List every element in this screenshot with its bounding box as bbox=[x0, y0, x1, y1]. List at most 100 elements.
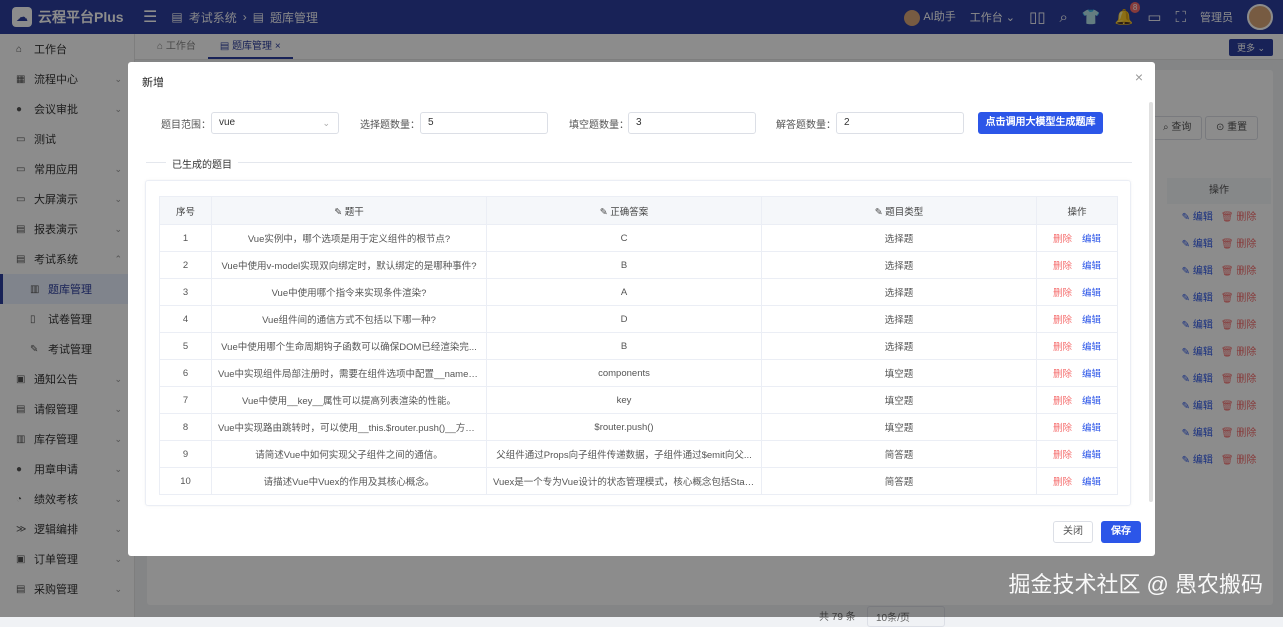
generate-button[interactable]: 点击调用大模型生成题库 bbox=[978, 112, 1103, 134]
table-row: 2 Vue中使用v-model实现双向绑定时，默认绑定的是哪种事件? B 选择题… bbox=[159, 251, 1118, 279]
fill-count-label: 填空题数量： bbox=[569, 120, 629, 131]
delete-link[interactable]: 删除 bbox=[1053, 261, 1072, 272]
delete-link[interactable]: 删除 bbox=[1053, 450, 1072, 461]
close-icon[interactable]: × bbox=[1135, 69, 1143, 85]
cell-type: 填空题 bbox=[761, 359, 1037, 387]
cell-no: 7 bbox=[159, 386, 212, 414]
scrollbar[interactable] bbox=[1149, 102, 1153, 502]
scope-label: 题目范围： bbox=[161, 120, 211, 131]
cell-actions: 删除 编辑 bbox=[1036, 467, 1118, 495]
edit-link[interactable]: 编辑 bbox=[1082, 288, 1101, 299]
cell-stem: Vue实例中，哪个选项是用于定义组件的根节点? bbox=[211, 224, 487, 252]
cell-type: 选择题 bbox=[761, 278, 1037, 306]
table-row: 7 Vue中使用__key__属性可以提高列表渲染的性能。 key 填空题 删除… bbox=[159, 386, 1118, 414]
questions-table: 序号 ✎ 题干 ✎ 正确答案 ✎ 题目类型 操作 1 Vue实例中，哪个选项是用… bbox=[159, 196, 1118, 495]
table-row: 3 Vue中使用哪个指令来实现条件渲染? A 选择题 删除 编辑 bbox=[159, 278, 1118, 306]
cell-answer: B bbox=[486, 332, 762, 360]
delete-link[interactable]: 删除 bbox=[1053, 423, 1072, 434]
cell-answer: 父组件通过Props向子组件传递数据，子组件通过$emit向父... bbox=[486, 440, 762, 468]
edit-link[interactable]: 编辑 bbox=[1082, 369, 1101, 380]
cell-actions: 删除 编辑 bbox=[1036, 386, 1118, 414]
section-divider bbox=[146, 162, 1132, 163]
cell-stem: Vue组件间的通信方式不包括以下哪一种? bbox=[211, 305, 487, 333]
edit-link[interactable]: 编辑 bbox=[1082, 450, 1101, 461]
close-button[interactable]: 关闭 bbox=[1053, 521, 1093, 543]
cell-stem: Vue中使用v-model实现双向绑定时，默认绑定的是哪种事件? bbox=[211, 251, 487, 279]
cell-type: 简答题 bbox=[761, 467, 1037, 495]
cell-actions: 删除 编辑 bbox=[1036, 440, 1118, 468]
watermark: 掘金技术社区 @ 愚农搬码 bbox=[1008, 572, 1263, 597]
dialog-title: 新增 bbox=[142, 77, 164, 89]
questions-table-wrapper: 序号 ✎ 题干 ✎ 正确答案 ✎ 题目类型 操作 1 Vue实例中，哪个选项是用… bbox=[145, 180, 1131, 506]
edit-icon: ✎ bbox=[334, 206, 345, 218]
edit-link[interactable]: 编辑 bbox=[1082, 423, 1101, 434]
cell-no: 3 bbox=[159, 278, 212, 306]
cell-answer: C bbox=[486, 224, 762, 252]
save-button[interactable]: 保存 bbox=[1101, 521, 1141, 543]
cell-stem: Vue中实现组件局部注册时，需要在组件选项中配置__name__... bbox=[211, 359, 487, 387]
table-row: 4 Vue组件间的通信方式不包括以下哪一种? D 选择题 删除 编辑 bbox=[159, 305, 1118, 333]
cell-type: 填空题 bbox=[761, 413, 1037, 441]
cell-answer: key bbox=[486, 386, 762, 414]
choice-count-label: 选择题数量： bbox=[360, 120, 420, 131]
section-label: 已生成的题目 bbox=[166, 156, 238, 171]
cell-stem: Vue中使用哪个生命周期钩子函数可以确保DOM已经渲染完... bbox=[211, 332, 487, 360]
cell-answer: A bbox=[486, 278, 762, 306]
cell-no: 10 bbox=[159, 467, 212, 495]
table-row: 9 请简述Vue中如何实现父子组件之间的通信。 父组件通过Props向子组件传递… bbox=[159, 440, 1118, 468]
scope-select[interactable]: vue ⌄ bbox=[211, 112, 339, 134]
edit-link[interactable]: 编辑 bbox=[1082, 342, 1101, 353]
cell-stem: Vue中实现路由跳转时，可以使用__this.$router.push()__方… bbox=[211, 413, 487, 441]
cell-no: 2 bbox=[159, 251, 212, 279]
col-header-label: 题目类型 bbox=[885, 206, 924, 218]
delete-link[interactable]: 删除 bbox=[1053, 477, 1072, 488]
cell-type: 选择题 bbox=[761, 224, 1037, 252]
table-row: 10 请描述Vue中Vuex的作用及其核心概念。 Vuex是一个专为Vue设计的… bbox=[159, 467, 1118, 495]
cell-actions: 删除 编辑 bbox=[1036, 305, 1118, 333]
delete-link[interactable]: 删除 bbox=[1053, 369, 1072, 380]
cell-no: 6 bbox=[159, 359, 212, 387]
delete-link[interactable]: 删除 bbox=[1053, 234, 1072, 245]
cell-answer: Vuex是一个专为Vue设计的状态管理模式，核心概念包括Stat... bbox=[486, 467, 762, 495]
edit-icon: ✎ bbox=[874, 206, 886, 218]
col-header-answer: ✎ 正确答案 bbox=[486, 196, 762, 225]
choice-count-input[interactable]: 5 bbox=[420, 112, 548, 134]
col-header-stem: ✎ 题干 bbox=[211, 196, 487, 225]
cell-answer: $router.push() bbox=[486, 413, 762, 441]
edit-link[interactable]: 编辑 bbox=[1082, 477, 1101, 488]
cell-no: 1 bbox=[159, 224, 212, 252]
cell-type: 选择题 bbox=[761, 332, 1037, 360]
cell-type: 选择题 bbox=[761, 305, 1037, 333]
fill-count-input[interactable]: 3 bbox=[628, 112, 756, 134]
cell-answer: B bbox=[486, 251, 762, 279]
edit-link[interactable]: 编辑 bbox=[1082, 234, 1101, 245]
delete-link[interactable]: 删除 bbox=[1053, 315, 1072, 326]
table-row: 5 Vue中使用哪个生命周期钩子函数可以确保DOM已经渲染完... B 选择题 … bbox=[159, 332, 1118, 360]
cell-actions: 删除 编辑 bbox=[1036, 413, 1118, 441]
edit-link[interactable]: 编辑 bbox=[1082, 396, 1101, 407]
delete-link[interactable]: 删除 bbox=[1053, 396, 1072, 407]
cell-answer: D bbox=[486, 305, 762, 333]
cell-actions: 删除 编辑 bbox=[1036, 224, 1118, 252]
edit-icon: ✎ bbox=[599, 206, 611, 218]
cell-no: 5 bbox=[159, 332, 212, 360]
cell-answer: components bbox=[486, 359, 762, 387]
cell-stem: Vue中使用哪个指令来实现条件渲染? bbox=[211, 278, 487, 306]
cell-actions: 删除 编辑 bbox=[1036, 251, 1118, 279]
table-row: 6 Vue中实现组件局部注册时，需要在组件选项中配置__name__... co… bbox=[159, 359, 1118, 387]
delete-link[interactable]: 删除 bbox=[1053, 342, 1072, 353]
col-header-label: 正确答案 bbox=[610, 206, 649, 218]
cell-stem: Vue中使用__key__属性可以提高列表渲染的性能。 bbox=[211, 386, 487, 414]
answer-count-input[interactable]: 2 bbox=[836, 112, 964, 134]
cell-actions: 删除 编辑 bbox=[1036, 278, 1118, 306]
table-row: 8 Vue中实现路由跳转时，可以使用__this.$router.push()_… bbox=[159, 413, 1118, 441]
col-header-type: ✎ 题目类型 bbox=[761, 196, 1037, 225]
answer-count-label: 解答题数量： bbox=[776, 120, 836, 131]
edit-link[interactable]: 编辑 bbox=[1082, 315, 1101, 326]
scope-value: vue bbox=[219, 117, 236, 128]
edit-link[interactable]: 编辑 bbox=[1082, 261, 1101, 272]
delete-link[interactable]: 删除 bbox=[1053, 288, 1072, 299]
cell-no: 4 bbox=[159, 305, 212, 333]
cell-stem: 请描述Vue中Vuex的作用及其核心概念。 bbox=[211, 467, 487, 495]
cell-type: 简答题 bbox=[761, 440, 1037, 468]
